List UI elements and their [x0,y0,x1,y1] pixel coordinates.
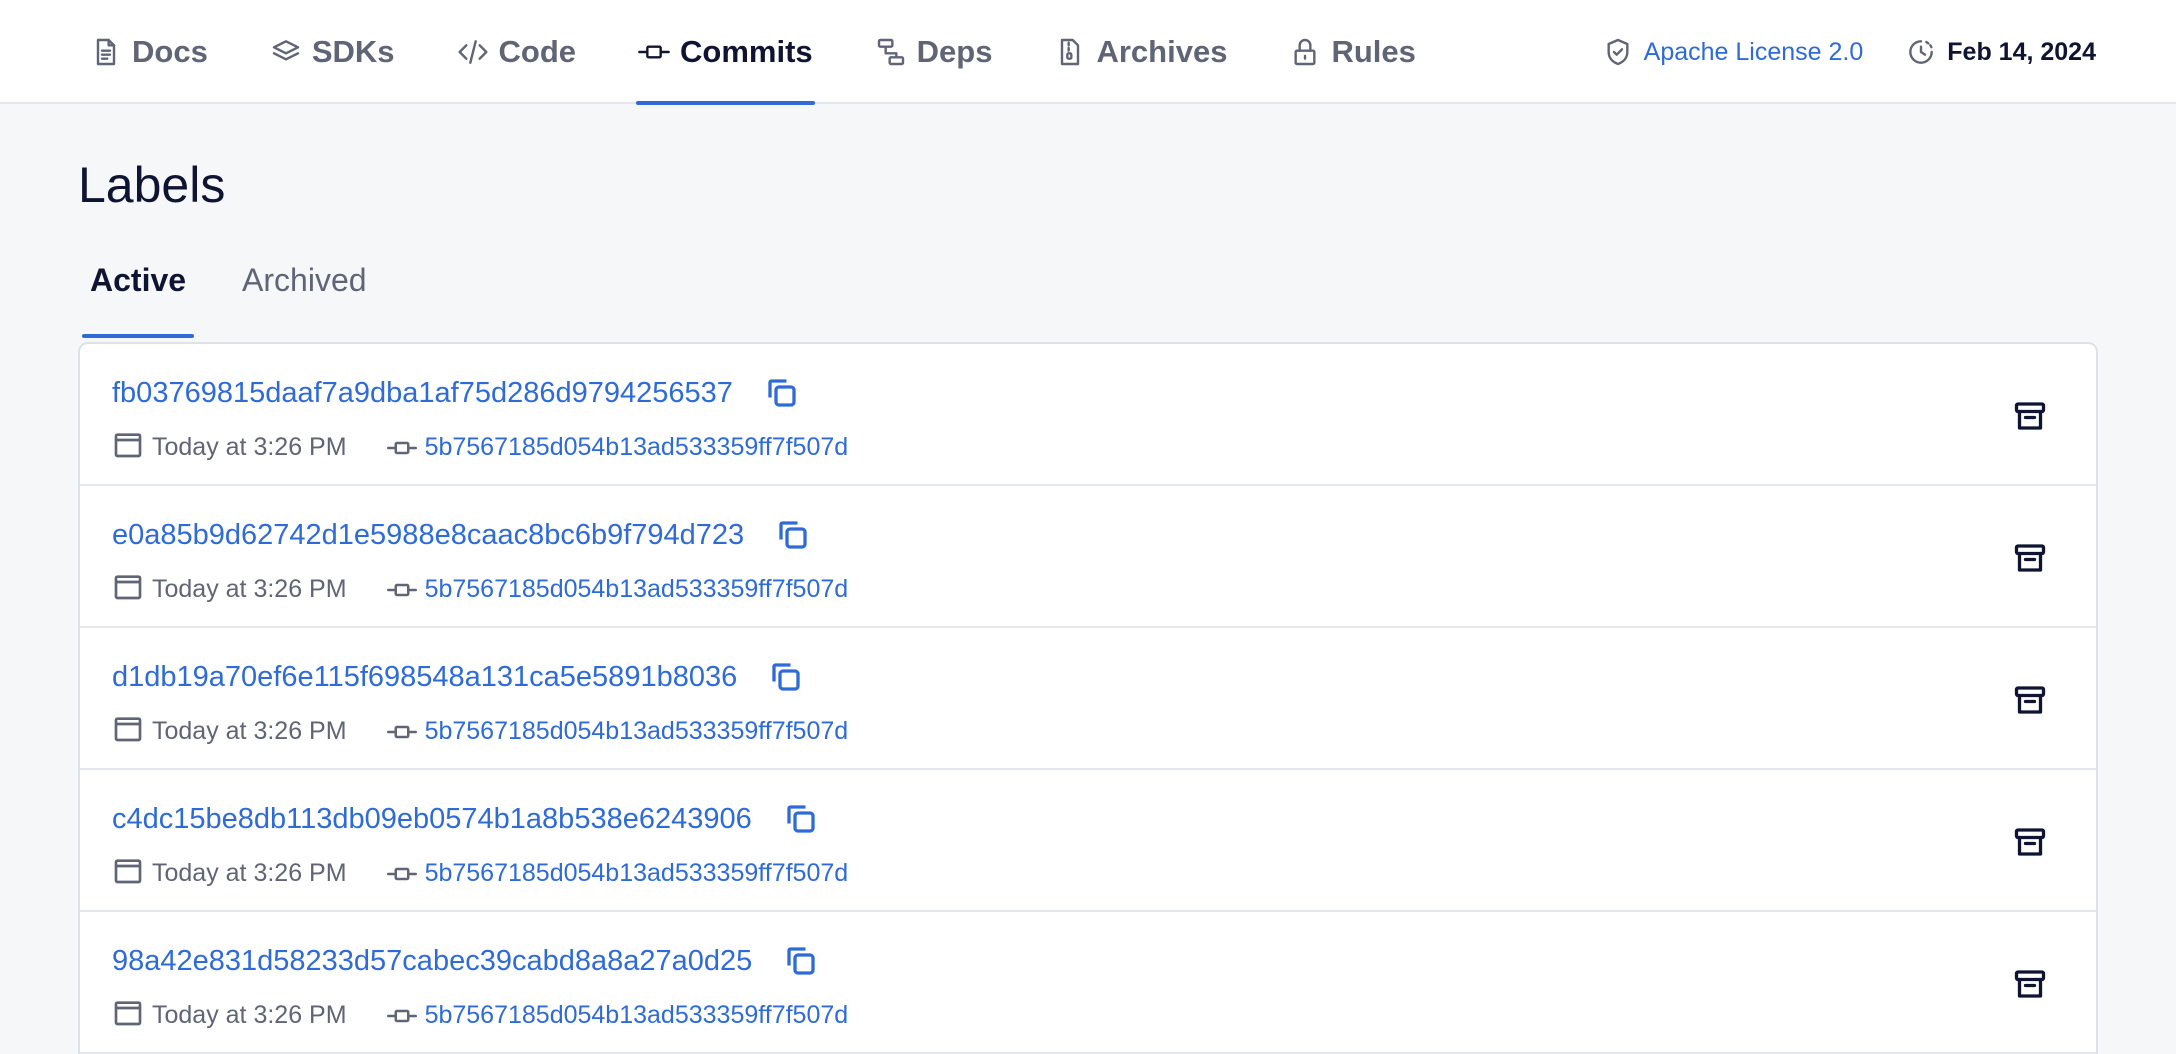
tab-commits[interactable]: Commits [628,0,823,105]
code-icon [457,40,488,64]
label-hash-link[interactable]: 98a42e831d58233d57cabec39cabd8a8a27a0d25 [112,942,820,980]
copy-button[interactable] [782,800,820,838]
calendar-icon [112,570,144,609]
tab-label: Code [498,34,577,69]
tab-docs[interactable]: Docs [80,0,218,104]
release-date: Feb 14, 2024 [1905,36,2096,68]
label-hash: fb03769815daaf7a9dba1af75d286d9794256537 [112,376,733,409]
commit-link[interactable]: 5b7567185d054b13ad533359ff7f507d [425,575,849,604]
copy-button[interactable] [774,516,812,554]
shield-check-icon [1607,38,1629,66]
commit-link[interactable]: 5b7567185d054b13ad533359ff7f507d [425,717,849,746]
tab-archived[interactable]: Archived [242,250,367,338]
label-meta: Today at 3:26 PM 5b7567185d054b13ad53335… [112,996,848,1035]
commit-icon [386,433,417,463]
zip-file-icon [1061,38,1080,66]
label-hash-link[interactable]: e0a85b9d62742d1e5988e8caac8bc6b9f794d723 [112,516,812,554]
label-hash: c4dc15be8db113db09eb0574b1a8b538e6243906 [112,802,752,835]
document-icon [96,38,116,66]
archive-icon [2014,402,2046,430]
tab-code[interactable]: Code [447,0,587,104]
list-item: 98a42e831d58233d57cabec39cabd8a8a27a0d25… [80,912,2096,1054]
commit-icon [386,575,417,605]
commit-icon [386,859,417,889]
layers-icon [272,40,300,61]
tab-label: Docs [132,34,208,69]
archive-icon [2014,828,2046,856]
label-timestamp: Today at 3:26 PM [152,433,347,461]
label-timestamp: Today at 3:26 PM [152,1001,347,1029]
tab-label: Archives [1096,34,1228,69]
label-meta: Today at 3:26 PM 5b7567185d054b13ad53335… [112,570,848,609]
copy-icon [779,521,807,549]
archive-button[interactable] [2010,680,2050,720]
calendar-icon [112,428,144,467]
copy-icon [768,379,796,407]
copy-button[interactable] [782,942,820,980]
tab-rules[interactable]: Rules [1279,0,1425,104]
commit-link[interactable]: 5b7567185d054b13ad533359ff7f507d [425,859,849,888]
date-label: Feb 14, 2024 [1947,37,2096,66]
label-hash-link[interactable]: fb03769815daaf7a9dba1af75d286d9794256537 [112,374,801,412]
archive-button[interactable] [2010,964,2050,1004]
label-tabs: Active Archived [81,250,423,338]
calendar-icon [112,854,144,893]
tab-label: Deps [916,34,993,69]
commit-icon [638,45,670,59]
labels-list: fb03769815daaf7a9dba1af75d286d9794256537… [78,342,2098,1054]
tab-active[interactable]: Active [81,250,195,338]
label-hash-link[interactable]: c4dc15be8db113db09eb0574b1a8b538e6243906 [112,800,820,838]
list-item: fb03769815daaf7a9dba1af75d286d9794256537… [80,344,2096,486]
page-title: Labels [78,157,226,213]
tab-label: Rules [1331,34,1416,69]
tab-deps[interactable]: Deps [865,0,1003,104]
list-item: e0a85b9d62742d1e5988e8caac8bc6b9f794d723… [80,486,2096,628]
archive-button[interactable] [2010,822,2050,862]
dependency-icon [877,38,904,66]
nav-tabs: Docs SDKs Code Commits Deps Archives Rul… [80,0,1468,105]
archive-button[interactable] [2010,396,2050,436]
history-clock-icon [1909,40,1934,64]
tab-sdks[interactable]: SDKs [260,0,405,104]
license-link[interactable]: Apache License 2.0 [1602,36,1864,68]
label-meta: Today at 3:26 PM 5b7567185d054b13ad53335… [112,712,848,751]
archive-icon [2014,686,2046,714]
list-item: d1db19a70ef6e115f698548a131ca5e5891b8036… [80,628,2096,770]
archive-icon [2014,970,2046,998]
tab-label: SDKs [311,34,395,69]
archive-icon [2014,544,2046,572]
archive-button[interactable] [2010,538,2050,578]
label-hash: e0a85b9d62742d1e5988e8caac8bc6b9f794d723 [112,518,745,551]
commit-link[interactable]: 5b7567185d054b13ad533359ff7f507d [425,1001,849,1030]
commit-link[interactable]: 5b7567185d054b13ad533359ff7f507d [425,433,849,462]
label-timestamp: Today at 3:26 PM [152,575,347,603]
copy-button[interactable] [763,374,801,412]
copy-icon [787,805,815,833]
nav-right: Apache License 2.0 Feb 14, 2024 [1602,0,2096,104]
tab-label: Commits [680,34,813,69]
label-hash: d1db19a70ef6e115f698548a131ca5e5891b8036 [112,660,738,693]
label-hash-link[interactable]: d1db19a70ef6e115f698548a131ca5e5891b8036 [112,658,805,696]
commit-icon [386,717,417,747]
label-meta: Today at 3:26 PM 5b7567185d054b13ad53335… [112,854,848,893]
top-nav: Docs SDKs Code Commits Deps Archives Rul… [0,0,2176,105]
copy-icon [787,947,815,975]
label-timestamp: Today at 3:26 PM [152,859,347,887]
label-timestamp: Today at 3:26 PM [152,717,347,745]
copy-icon [772,663,800,691]
commit-icon [386,1001,417,1031]
copy-button[interactable] [767,658,805,696]
license-label: Apache License 2.0 [1643,37,1864,66]
tab-archives[interactable]: Archives [1044,0,1237,104]
calendar-icon [112,996,144,1035]
label-hash: 98a42e831d58233d57cabec39cabd8a8a27a0d25 [112,944,753,977]
lock-icon [1294,38,1316,66]
calendar-icon [112,712,144,751]
label-meta: Today at 3:26 PM 5b7567185d054b13ad53335… [112,428,848,467]
list-item: c4dc15be8db113db09eb0574b1a8b538e6243906… [80,770,2096,912]
